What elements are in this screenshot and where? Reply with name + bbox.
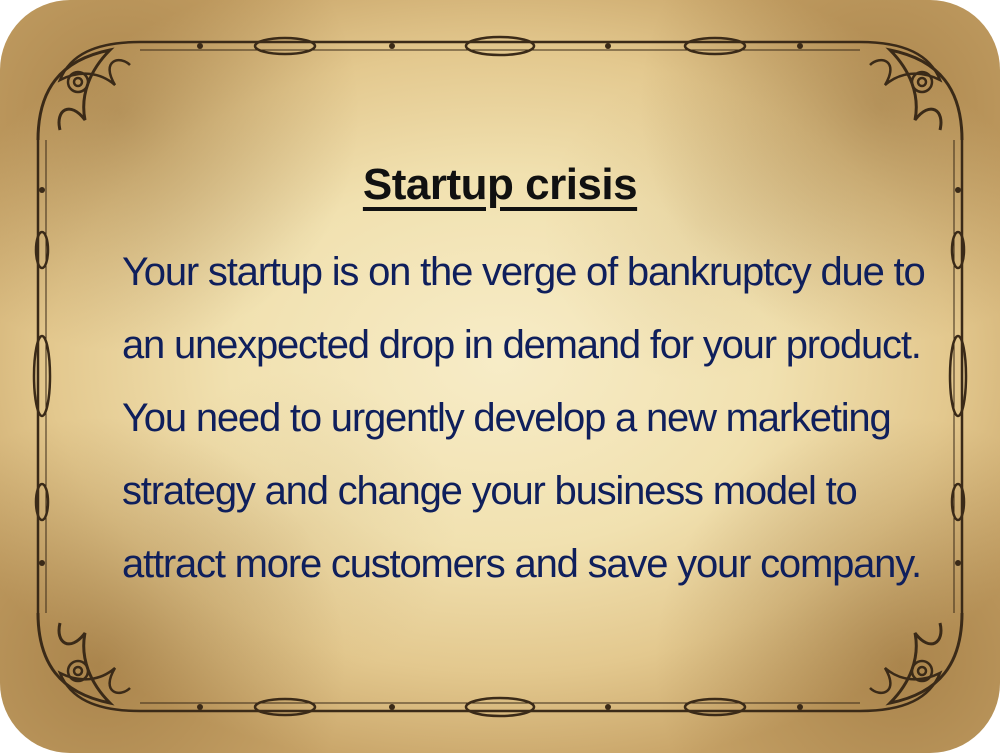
description-line: strategy and change your business model … bbox=[122, 469, 858, 513]
description-line: You need to urgently develop a new marke… bbox=[122, 396, 892, 440]
scenario-card: Startup crisis Your startup is on the ve… bbox=[0, 0, 1000, 753]
card-title-text: Startup crisis bbox=[362, 160, 638, 209]
card-description: Your startup is on the verge of bankrupt… bbox=[122, 236, 926, 601]
description-line: Your startup is on the verge of bankrupt… bbox=[122, 250, 926, 294]
description-line: attract more customers and save your com… bbox=[122, 542, 922, 586]
description-line: an unexpected drop in demand for your pr… bbox=[122, 323, 922, 367]
card-title: Startup crisis bbox=[0, 160, 1000, 210]
